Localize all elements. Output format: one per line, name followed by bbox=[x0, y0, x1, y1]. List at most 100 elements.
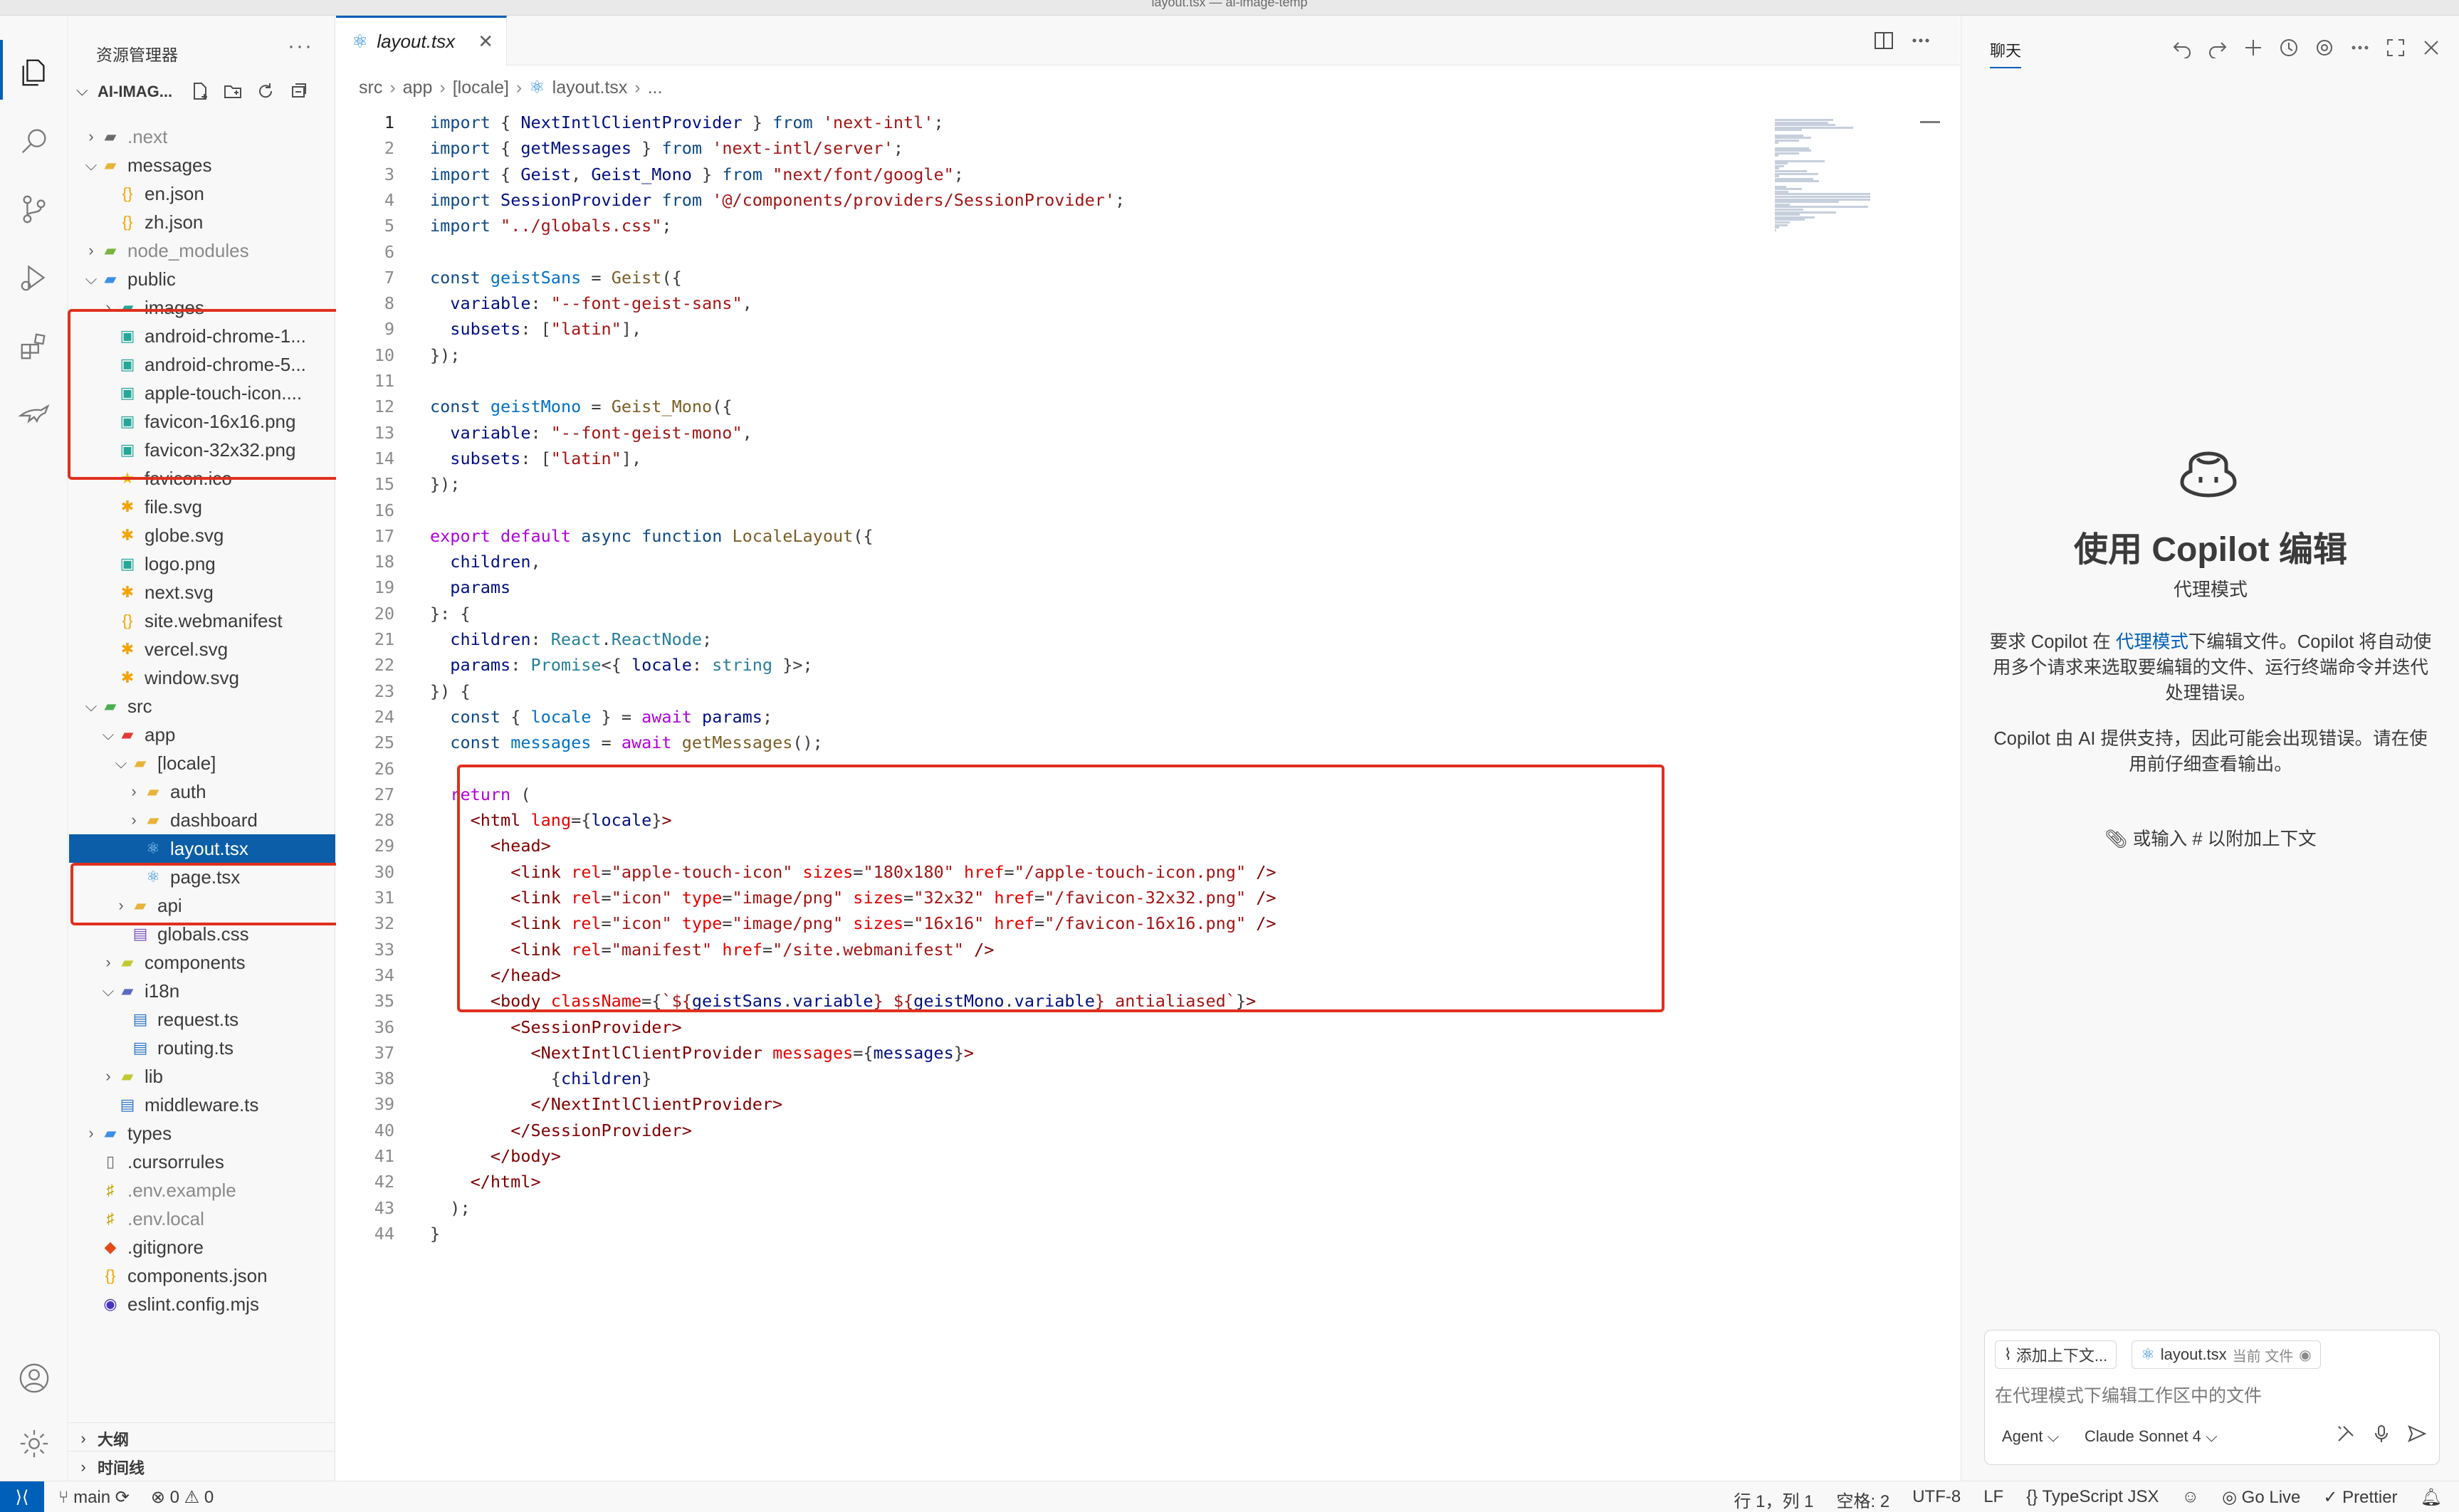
chevron-down-icon[interactable]: ⌵ bbox=[82, 697, 100, 715]
tree-item[interactable]: › ▰ types bbox=[69, 1119, 335, 1148]
tree-item[interactable]: {} zh.json bbox=[69, 208, 335, 236]
new-file-icon[interactable] bbox=[189, 80, 211, 103]
tree-item[interactable]: ✱ window.svg bbox=[69, 663, 335, 692]
tree-item[interactable]: › ▰ lib bbox=[69, 1062, 335, 1091]
model-picker[interactable]: Claude Sonnet 4 ⌵ bbox=[2085, 1427, 2218, 1446]
chevron-right-icon[interactable]: › bbox=[99, 953, 117, 972]
eye-icon[interactable]: ◉ bbox=[2299, 1346, 2311, 1364]
copilot-status-icon[interactable]: ☺ bbox=[2182, 1487, 2200, 1512]
maximize-icon[interactable] bbox=[2385, 37, 2406, 62]
tree-item[interactable]: ⌵ ▰ src bbox=[69, 692, 335, 720]
chevron-down-icon[interactable]: ⌵ bbox=[82, 156, 100, 174]
branch-status[interactable]: ⑂ main ⟳ bbox=[58, 1487, 130, 1508]
add-context-button[interactable]: ⌇ 添加上下文... bbox=[1995, 1340, 2117, 1369]
breadcrumb-item[interactable]: ... bbox=[648, 78, 663, 98]
explorer-more-button[interactable]: ··· bbox=[288, 34, 313, 58]
breadcrumb-item[interactable]: src bbox=[359, 78, 382, 98]
tree-item[interactable]: ▯ .cursorrules bbox=[69, 1148, 335, 1176]
refresh-icon[interactable] bbox=[254, 80, 277, 103]
more-icon[interactable] bbox=[2349, 37, 2371, 62]
tree-item[interactable]: › ▰ auth bbox=[69, 777, 335, 806]
more-actions-icon[interactable] bbox=[1910, 30, 1931, 55]
notifications-icon[interactable]: 🔔︎ bbox=[2421, 1487, 2442, 1512]
tree-item[interactable]: ⌵ ▰ i18n bbox=[69, 977, 335, 1005]
remote-indicator-icon[interactable]: ⟩⟨ bbox=[0, 1481, 44, 1512]
tab-layout-tsx[interactable]: ⚛ layout.tsx ✕ bbox=[336, 16, 507, 65]
cursor-position[interactable]: 行 1，列 1 bbox=[1734, 1487, 1813, 1512]
timeline-section[interactable]: › 时间线 bbox=[69, 1451, 335, 1482]
split-editor-icon[interactable] bbox=[1873, 30, 1894, 55]
tree-item[interactable]: ▣ logo.png bbox=[69, 550, 335, 578]
new-chat-icon[interactable] bbox=[2243, 37, 2264, 62]
chevron-right-icon[interactable]: › bbox=[82, 241, 100, 260]
tree-item[interactable]: ⌵ ▰ app bbox=[69, 720, 335, 749]
eol-status[interactable]: LF bbox=[1983, 1487, 2003, 1512]
tree-item[interactable]: › ▰ node_modules bbox=[69, 236, 335, 265]
language-mode[interactable]: {} TypeScript JSX bbox=[2026, 1487, 2159, 1512]
account-icon[interactable] bbox=[17, 1361, 51, 1395]
search-icon[interactable] bbox=[17, 124, 51, 158]
tree-item[interactable]: ✱ file.svg bbox=[69, 493, 335, 521]
tree-item[interactable]: › ▰ components bbox=[69, 948, 335, 977]
tools-icon[interactable] bbox=[2335, 1423, 2356, 1448]
tree-item[interactable]: ⌵ ▰ messages bbox=[69, 151, 335, 179]
source-control-icon[interactable] bbox=[17, 192, 51, 226]
tree-item[interactable]: {} site.webmanifest bbox=[69, 607, 335, 635]
chevron-right-icon[interactable]: › bbox=[82, 1124, 100, 1143]
undo-icon[interactable] bbox=[2171, 37, 2193, 62]
tree-item[interactable]: ⚛ layout.tsx bbox=[69, 834, 335, 863]
explorer-icon[interactable] bbox=[17, 56, 51, 90]
chat-input-box[interactable]: ⌇ 添加上下文... ⚛ layout.tsx 当前 文件 ◉ 在代理模式下编辑… bbox=[1984, 1330, 2440, 1465]
chevron-down-icon[interactable]: ⌵ bbox=[82, 270, 100, 288]
send-icon[interactable] bbox=[2406, 1423, 2428, 1448]
chevron-right-icon[interactable]: › bbox=[125, 811, 143, 829]
new-folder-icon[interactable] bbox=[221, 80, 244, 103]
redo-icon[interactable] bbox=[2207, 37, 2228, 62]
settings-icon[interactable] bbox=[2314, 37, 2335, 62]
tree-item[interactable]: {} en.json bbox=[69, 179, 335, 208]
tree-item[interactable]: › ▰ dashboard bbox=[69, 806, 335, 834]
tree-item[interactable]: ▤ request.ts bbox=[69, 1005, 335, 1034]
tree-item[interactable]: ♯ .env.local bbox=[69, 1204, 335, 1233]
agent-mode-link[interactable]: 代理模式 bbox=[2116, 632, 2188, 652]
breadcrumb-item[interactable]: [locale] bbox=[453, 78, 509, 98]
golive-button[interactable]: ◎ Go Live bbox=[2222, 1487, 2300, 1512]
chat-input-placeholder[interactable]: 在代理模式下编辑工作区中的文件 bbox=[1995, 1382, 2262, 1407]
tree-item[interactable]: ✱ globe.svg bbox=[69, 521, 335, 550]
close-icon[interactable]: ✕ bbox=[478, 31, 493, 53]
sync-icon[interactable]: ⟳ bbox=[115, 1488, 130, 1507]
tree-item[interactable]: ✱ vercel.svg bbox=[69, 635, 335, 663]
chevron-down-icon[interactable]: ⌵ bbox=[99, 982, 117, 1000]
chevron-down-icon[interactable]: ⌵ bbox=[99, 725, 117, 744]
breadcrumb-item[interactable]: layout.tsx bbox=[552, 78, 628, 98]
collapse-all-icon[interactable] bbox=[287, 80, 310, 103]
tree-item[interactable]: ▤ routing.ts bbox=[69, 1034, 335, 1062]
current-file-chip[interactable]: ⚛ layout.tsx 当前 文件 ◉ bbox=[2132, 1340, 2321, 1369]
problems-status[interactable]: ⊗ 0 ⚠ 0 bbox=[151, 1487, 214, 1508]
run-debug-icon[interactable] bbox=[17, 261, 51, 295]
tab-chat[interactable]: 聊天 bbox=[1990, 38, 2022, 68]
workspace-root-section[interactable]: ⌵ AI-IMAG... bbox=[69, 77, 335, 105]
tree-item[interactable]: ◉ eslint.config.mjs bbox=[69, 1290, 335, 1318]
tree-item[interactable]: ⌵ ▰ public bbox=[69, 265, 335, 293]
tree-item[interactable]: ⌵ ▰ [locale] bbox=[69, 749, 335, 777]
tree-item[interactable]: ✱ next.svg bbox=[69, 578, 335, 607]
tree-item[interactable]: ▤ middleware.ts bbox=[69, 1091, 335, 1119]
outline-section[interactable]: › 大纲 bbox=[69, 1422, 335, 1454]
extensions-icon[interactable] bbox=[17, 329, 51, 363]
close-panel-icon[interactable] bbox=[2421, 37, 2442, 62]
chevron-right-icon[interactable]: › bbox=[125, 782, 143, 801]
encoding-status[interactable]: UTF-8 bbox=[1912, 1487, 1961, 1512]
breadcrumb-item[interactable]: app bbox=[403, 78, 433, 98]
tree-item[interactable]: › ▰ .next bbox=[69, 122, 335, 151]
chevron-right-icon[interactable]: › bbox=[82, 127, 100, 146]
chevron-down-icon[interactable]: ⌵ bbox=[112, 754, 130, 772]
manage-gear-icon[interactable] bbox=[17, 1427, 51, 1461]
prettier-button[interactable]: ✓ Prettier bbox=[2323, 1487, 2397, 1512]
indentation-status[interactable]: 空格: 2 bbox=[1837, 1487, 1890, 1512]
chevron-right-icon[interactable]: › bbox=[99, 1067, 117, 1086]
minimap[interactable] bbox=[1775, 119, 1896, 240]
history-icon[interactable] bbox=[2278, 37, 2300, 62]
tree-item[interactable]: ◆ .gitignore bbox=[69, 1233, 335, 1261]
mode-picker[interactable]: Agent ⌵ bbox=[2002, 1427, 2059, 1446]
